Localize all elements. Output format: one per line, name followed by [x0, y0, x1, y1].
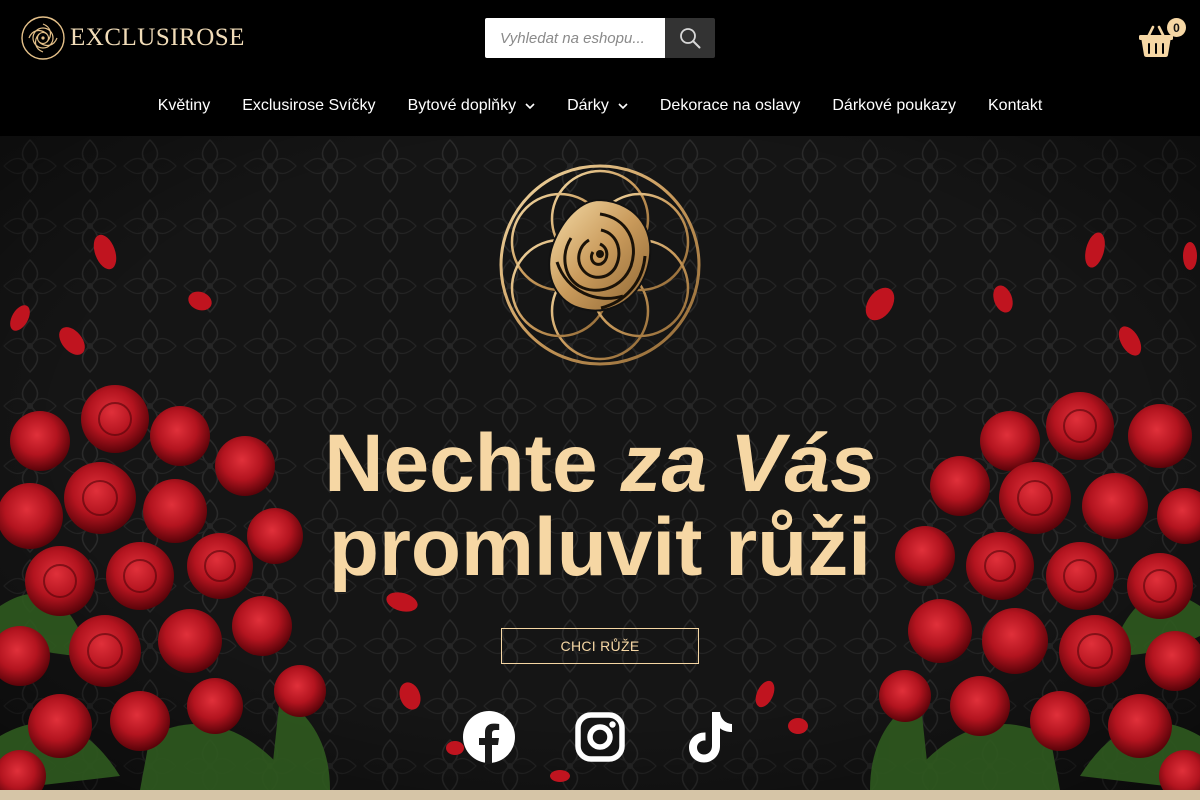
nav-item-svicky[interactable]: Exclusirose Svíčky	[226, 97, 391, 115]
nav-item-bytove-doplnky[interactable]: Bytové doplňky	[392, 97, 552, 115]
logo-wordmark: EXCLUSIROSE	[70, 24, 245, 51]
search-input[interactable]	[485, 18, 665, 58]
facebook-link[interactable]	[462, 710, 516, 764]
cart-count-badge: 0	[1167, 18, 1186, 37]
nav-item-label: Kontakt	[988, 97, 1043, 114]
nav-item-kvetiny[interactable]: Květiny	[142, 97, 226, 115]
search-form	[485, 18, 715, 58]
site-logo[interactable]: EXCLUSIROSE	[20, 15, 245, 61]
nav-item-label: Květiny	[157, 97, 211, 114]
nav-item-darky[interactable]: Dárky	[551, 97, 644, 115]
rose-emblem-logo	[499, 164, 701, 366]
cart-button[interactable]: 0	[1138, 18, 1186, 58]
hero-headline: Nechte za Vás promluvit růži	[0, 422, 1200, 590]
search-icon	[680, 28, 701, 49]
rose-logo-icon	[21, 16, 65, 60]
headline-italic-text: za Vás	[620, 418, 876, 509]
instagram-link[interactable]	[573, 710, 627, 764]
nav-item-poukazy[interactable]: Dárkové poukazy	[816, 97, 972, 115]
site-header: EXCLUSIROSE 0 Květiny Exclusirose Svíčky…	[0, 0, 1200, 136]
nav-item-label: Dárkové poukazy	[832, 97, 956, 114]
nav-item-dekorace[interactable]: Dekorace na oslavy	[644, 97, 817, 115]
chevron-down-icon	[525, 102, 535, 109]
instagram-icon	[575, 712, 625, 762]
headline-line-2: promluvit růži	[328, 502, 872, 593]
nav-item-label: Bytové doplňky	[407, 97, 517, 114]
chevron-down-icon	[618, 102, 628, 109]
hero-banner: Nechte za Vás promluvit růži CHCI RŮŽE	[0, 136, 1200, 790]
nav-item-label: Dárky	[567, 97, 609, 114]
nav-item-kontakt[interactable]: Kontakt	[972, 97, 1058, 115]
nav-item-label: Exclusirose Svíčky	[242, 97, 376, 114]
main-nav: Květiny Exclusirose Svíčky Bytové doplňk…	[0, 86, 1200, 126]
headline-text: Nechte	[324, 418, 621, 509]
tiktok-icon	[689, 712, 732, 763]
facebook-icon	[463, 711, 515, 764]
content-section-top-edge	[0, 790, 1200, 800]
tiktok-link[interactable]	[684, 710, 738, 764]
shop-roses-button[interactable]: CHCI RŮŽE	[501, 628, 699, 664]
nav-item-label: Dekorace na oslavy	[659, 97, 801, 114]
search-button[interactable]	[665, 18, 715, 58]
